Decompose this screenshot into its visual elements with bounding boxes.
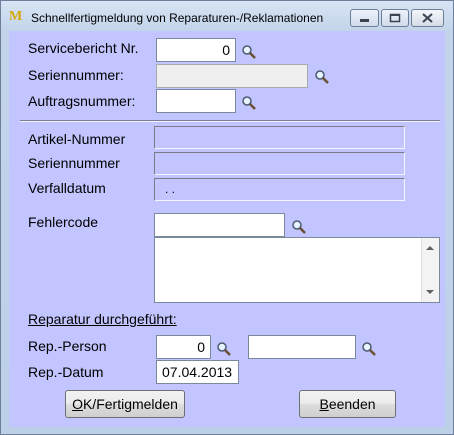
rep-datum-input[interactable]: 07.04.2013 [156, 360, 239, 384]
auftragsnummer-lookup-icon[interactable] [241, 95, 257, 111]
seriennummer-lookup-icon[interactable] [314, 69, 330, 85]
window-title: Schnellfertigmeldung von Reparaturen-/Re… [31, 11, 324, 25]
servicebericht-label: Servicebericht Nr. [28, 40, 139, 56]
dialog-window: M Schnellfertigmeldung von Reparaturen-/… [0, 0, 454, 435]
dialog-client-area: Servicebericht Nr. 0 Seriennummer: Auftr… [9, 31, 445, 427]
close-button[interactable] [411, 9, 444, 27]
seriennummer-input[interactable] [156, 64, 308, 88]
artikel-nummer-value [154, 126, 405, 149]
scroll-down-icon[interactable] [426, 290, 434, 294]
auftragsnummer-input[interactable] [156, 89, 236, 113]
minimize-button[interactable] [350, 9, 379, 27]
fehlercode-textarea[interactable] [154, 237, 440, 303]
info-seriennummer-value [154, 152, 405, 175]
divider [20, 120, 440, 122]
app-logo-icon: M [9, 9, 23, 24]
beenden-button[interactable]: Beenden [299, 390, 396, 418]
reparatur-section-label: Reparatur durchgeführt: [28, 311, 177, 327]
ok-accel-key: O [72, 396, 83, 412]
rep-person-name-input[interactable] [248, 335, 356, 359]
close-icon [412, 10, 443, 26]
seriennummer-label: Seriennummer: [28, 67, 124, 83]
rep-datum-label: Rep.-Datum [28, 364, 104, 380]
rep-person-input[interactable]: 0 [156, 335, 211, 359]
rep-person-name-lookup-icon[interactable] [361, 341, 377, 357]
verfalldatum-label: Verfalldatum [28, 180, 106, 196]
verfalldatum-value: . . [154, 178, 405, 201]
title-bar[interactable]: M Schnellfertigmeldung von Reparaturen-/… [1, 1, 453, 31]
servicebericht-lookup-icon[interactable] [241, 44, 257, 60]
fehlercode-lookup-icon[interactable] [291, 219, 307, 235]
beenden-label-rest: eenden [328, 396, 376, 412]
fehlercode-label: Fehlercode [28, 214, 99, 230]
rep-person-label: Rep.-Person [28, 338, 107, 354]
auftragsnummer-label: Auftragsnummer: [28, 93, 136, 109]
rep-person-lookup-icon[interactable] [216, 341, 232, 357]
ok-fertigmelden-button[interactable]: OK/Fertigmelden [65, 390, 185, 418]
scroll-up-icon[interactable] [426, 246, 434, 250]
textarea-scrollbar[interactable] [421, 238, 439, 302]
servicebericht-input[interactable]: 0 [156, 38, 236, 62]
fehlercode-input[interactable] [154, 213, 285, 237]
ok-label-rest: K/Fertigmelden [82, 396, 178, 412]
minimize-icon [351, 10, 378, 26]
beenden-accel-key: B [319, 396, 329, 412]
info-seriennummer-label: Seriennummer [28, 155, 120, 171]
maximize-icon [382, 10, 408, 26]
maximize-button[interactable] [381, 9, 409, 27]
artikel-nummer-label: Artikel-Nummer [28, 131, 126, 147]
